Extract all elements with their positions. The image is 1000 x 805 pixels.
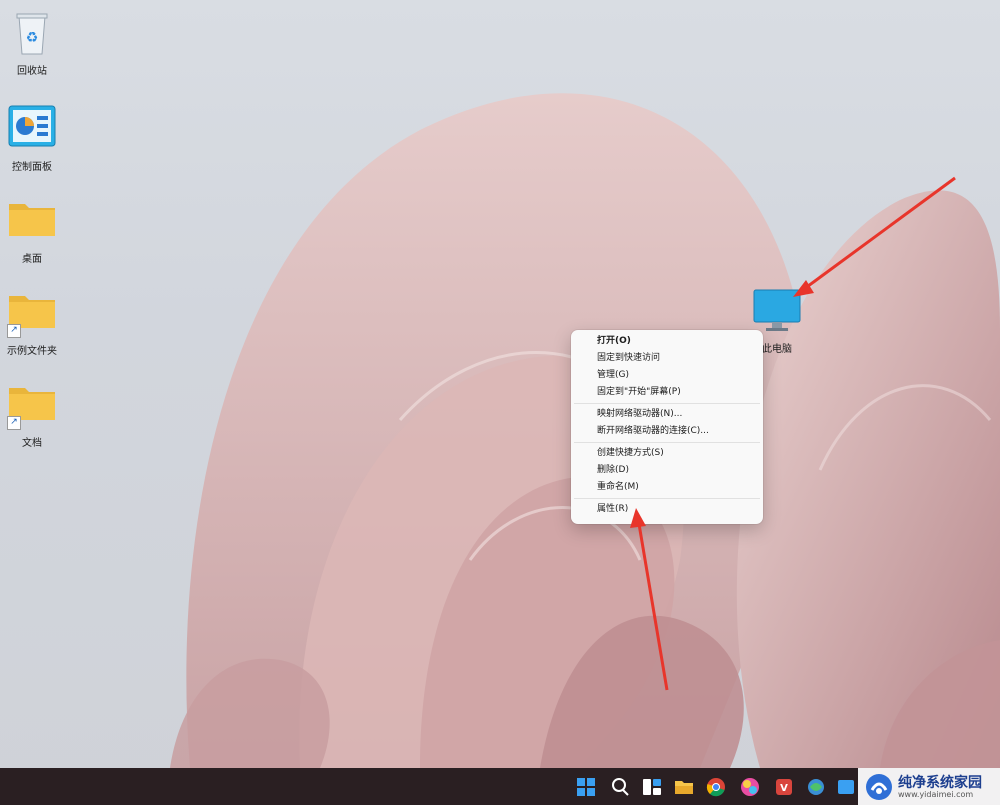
menu-item-pin-quick-access[interactable]: 固定到快速访问 — [571, 350, 763, 367]
watermark: 纯净系统家园 www.yidaimei.com — [858, 768, 1000, 805]
menu-item-delete[interactable]: 删除(D) — [571, 462, 763, 479]
desktop-icon-label: 文档 — [22, 438, 42, 449]
monitor-icon — [752, 288, 802, 336]
folder-shortcut-icon: ↗ — [7, 288, 57, 338]
widgets-icon[interactable] — [642, 777, 662, 797]
network-icon[interactable] — [806, 777, 826, 797]
start-icon[interactable] — [576, 777, 596, 797]
menu-item-create-shortcut[interactable]: 创建快捷方式(S) — [571, 445, 763, 462]
desktop-icon-documents[interactable]: ↗ 文档 — [1, 380, 63, 449]
menu-item-rename[interactable]: 重命名(M) — [571, 479, 763, 496]
menu-item-manage[interactable]: 管理(G) — [571, 367, 763, 384]
taskbar: V — [0, 768, 1000, 805]
svg-text:♻: ♻ — [26, 30, 39, 46]
desktop-icon-shortcut-folder[interactable]: ↗ 示例文件夹 — [1, 288, 63, 357]
menu-item-properties[interactable]: 属性(R) — [571, 501, 763, 518]
menu-separator — [574, 403, 760, 404]
menu-separator — [574, 498, 760, 499]
recycle-bin-icon: ♻ — [7, 8, 57, 56]
menu-item-map-network-drive[interactable]: 映射网络驱动器(N)... — [571, 406, 763, 423]
desktop-icon-control-panel[interactable]: 控制面板 — [1, 104, 63, 173]
app-icon[interactable] — [836, 777, 856, 797]
chrome-icon[interactable] — [706, 777, 726, 797]
menu-item-open[interactable]: 打开(O) — [571, 333, 763, 350]
desktop-icon-label: 回收站 — [17, 66, 47, 77]
menu-item-disconnect-network-drive[interactable]: 断开网络驱动器的连接(C)... — [571, 423, 763, 440]
color-app-icon[interactable] — [740, 777, 760, 797]
watermark-url: www.yidaimei.com — [898, 790, 974, 799]
desktop-icon-label: 控制面板 — [12, 162, 52, 173]
desktop-icon-label: 示例文件夹 — [7, 346, 57, 357]
folder-icon — [7, 196, 57, 244]
desktop-icon-desktop-folder[interactable]: 桌面 — [1, 196, 63, 265]
menu-item-pin-start[interactable]: 固定到"开始"屏幕(P) — [571, 384, 763, 401]
shortcut-arrow-icon: ↗ — [7, 324, 21, 338]
menu-separator — [574, 442, 760, 443]
watermark-logo — [866, 774, 892, 800]
folder-shortcut-icon: ↗ — [7, 380, 57, 430]
context-menu: 打开(O) 固定到快速访问 管理(G) 固定到"开始"屏幕(P) 映射网络驱动器… — [571, 330, 763, 524]
shortcut-arrow-icon: ↗ — [7, 416, 21, 430]
wallpaper — [170, 93, 1000, 768]
svg-text:V: V — [780, 783, 788, 794]
watermark-title: 纯净系统家园 — [898, 775, 982, 791]
video-app-icon[interactable]: V — [774, 777, 794, 797]
desktop-icon-label: 桌面 — [22, 254, 42, 265]
control-panel-icon — [7, 104, 57, 152]
file-explorer-icon[interactable] — [674, 777, 694, 797]
desktop-icon-recycle-bin[interactable]: ♻ 回收站 — [1, 8, 63, 77]
search-icon[interactable] — [610, 777, 630, 797]
